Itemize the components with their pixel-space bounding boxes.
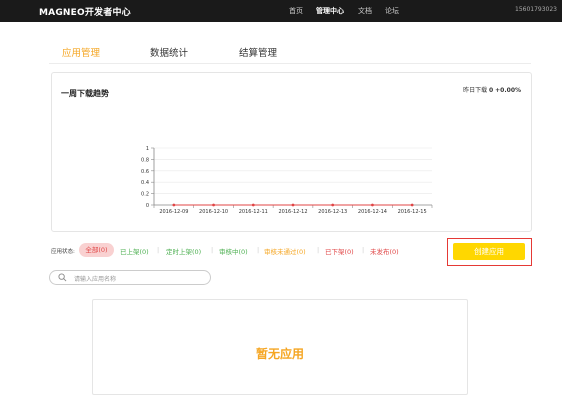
download-trend-panel: 一周下载趋势 昨日下载 0 +0.00% 0 0.2 0.4 0.6 0.8 1 2016-… [51, 72, 532, 232]
tab-settlement[interactable]: 结算管理 [239, 45, 277, 59]
create-app-highlight: 创建应用 [447, 238, 532, 266]
status-unpublished[interactable]: 未发布(0) [370, 246, 399, 256]
status-rejected[interactable]: 审核未通过(0) [264, 246, 306, 256]
x-tick-label: 2016-12-13 [318, 209, 347, 215]
status-delisted[interactable]: 已下架(0) [325, 246, 354, 256]
empty-state-text: 暂无应用 [255, 347, 304, 361]
status-separator: | [317, 246, 320, 254]
x-tick-label: 2016-12-10 [199, 209, 228, 215]
data-point [331, 203, 335, 207]
status-separator: | [362, 246, 365, 254]
data-point [172, 203, 176, 207]
data-point [291, 203, 295, 207]
user-phone[interactable]: 15601793023 [515, 6, 557, 13]
y-tick-label: 1 [146, 146, 149, 152]
y-tick-label: 0.6 [141, 169, 149, 175]
app-search: 请输入应用名称 [49, 270, 211, 285]
data-point [212, 203, 215, 207]
status-scheduled[interactable]: 定时上架(0) [166, 246, 201, 256]
download-trend-chart: 0 0.2 0.4 0.6 0.8 1 2016-12-09 2016-12-10 2016-1… [141, 146, 433, 215]
data-point [410, 203, 414, 207]
x-tick-label: 2016-12-09 [159, 209, 188, 215]
x-tick-label: 2016-12-12 [278, 209, 307, 215]
nav-docs[interactable]: 文档 [358, 6, 372, 16]
top-navbar: MAGNEO开发者中心 首页 管理中心 文档 论坛 15601793023 [0, 0, 562, 22]
x-tick-label: 2016-12-15 [398, 209, 427, 215]
y-tick-label: 0.2 [141, 192, 149, 198]
data-point [371, 203, 374, 207]
x-tick-label: 2016-12-14 [358, 209, 387, 215]
nav-home[interactable]: 首页 [289, 6, 303, 16]
x-tick-label: 2016-12-11 [239, 209, 268, 215]
section-tabs: 应用管理 数据统计 结算管理 [49, 42, 531, 64]
tab-statistics[interactable]: 数据统计 [150, 45, 188, 59]
status-separator: | [257, 246, 260, 254]
nav-management-center[interactable]: 管理中心 [316, 6, 344, 16]
y-tick-label: 0 [146, 203, 149, 209]
empty-state-card: 暂无应用 [92, 299, 468, 395]
y-tick-label: 0.8 [141, 157, 149, 163]
tab-app-management[interactable]: 应用管理 [62, 45, 100, 59]
brand-logo[interactable]: MAGNEO开发者中心 [39, 5, 131, 18]
status-all[interactable]: 全部(0) [79, 243, 114, 257]
search-input[interactable]: 请输入应用名称 [74, 274, 116, 283]
search-icon [58, 273, 67, 282]
status-separator: | [157, 246, 160, 254]
status-reviewing[interactable]: 审核中(0) [219, 246, 248, 256]
status-separator: | [211, 246, 214, 254]
nav-forum[interactable]: 论坛 [385, 6, 399, 16]
status-label: 应用状态: [51, 249, 75, 255]
status-listed[interactable]: 已上架(0) [120, 246, 149, 256]
create-app-button[interactable]: 创建应用 [453, 243, 525, 260]
y-tick-label: 0.4 [141, 180, 149, 186]
data-point [251, 203, 255, 207]
